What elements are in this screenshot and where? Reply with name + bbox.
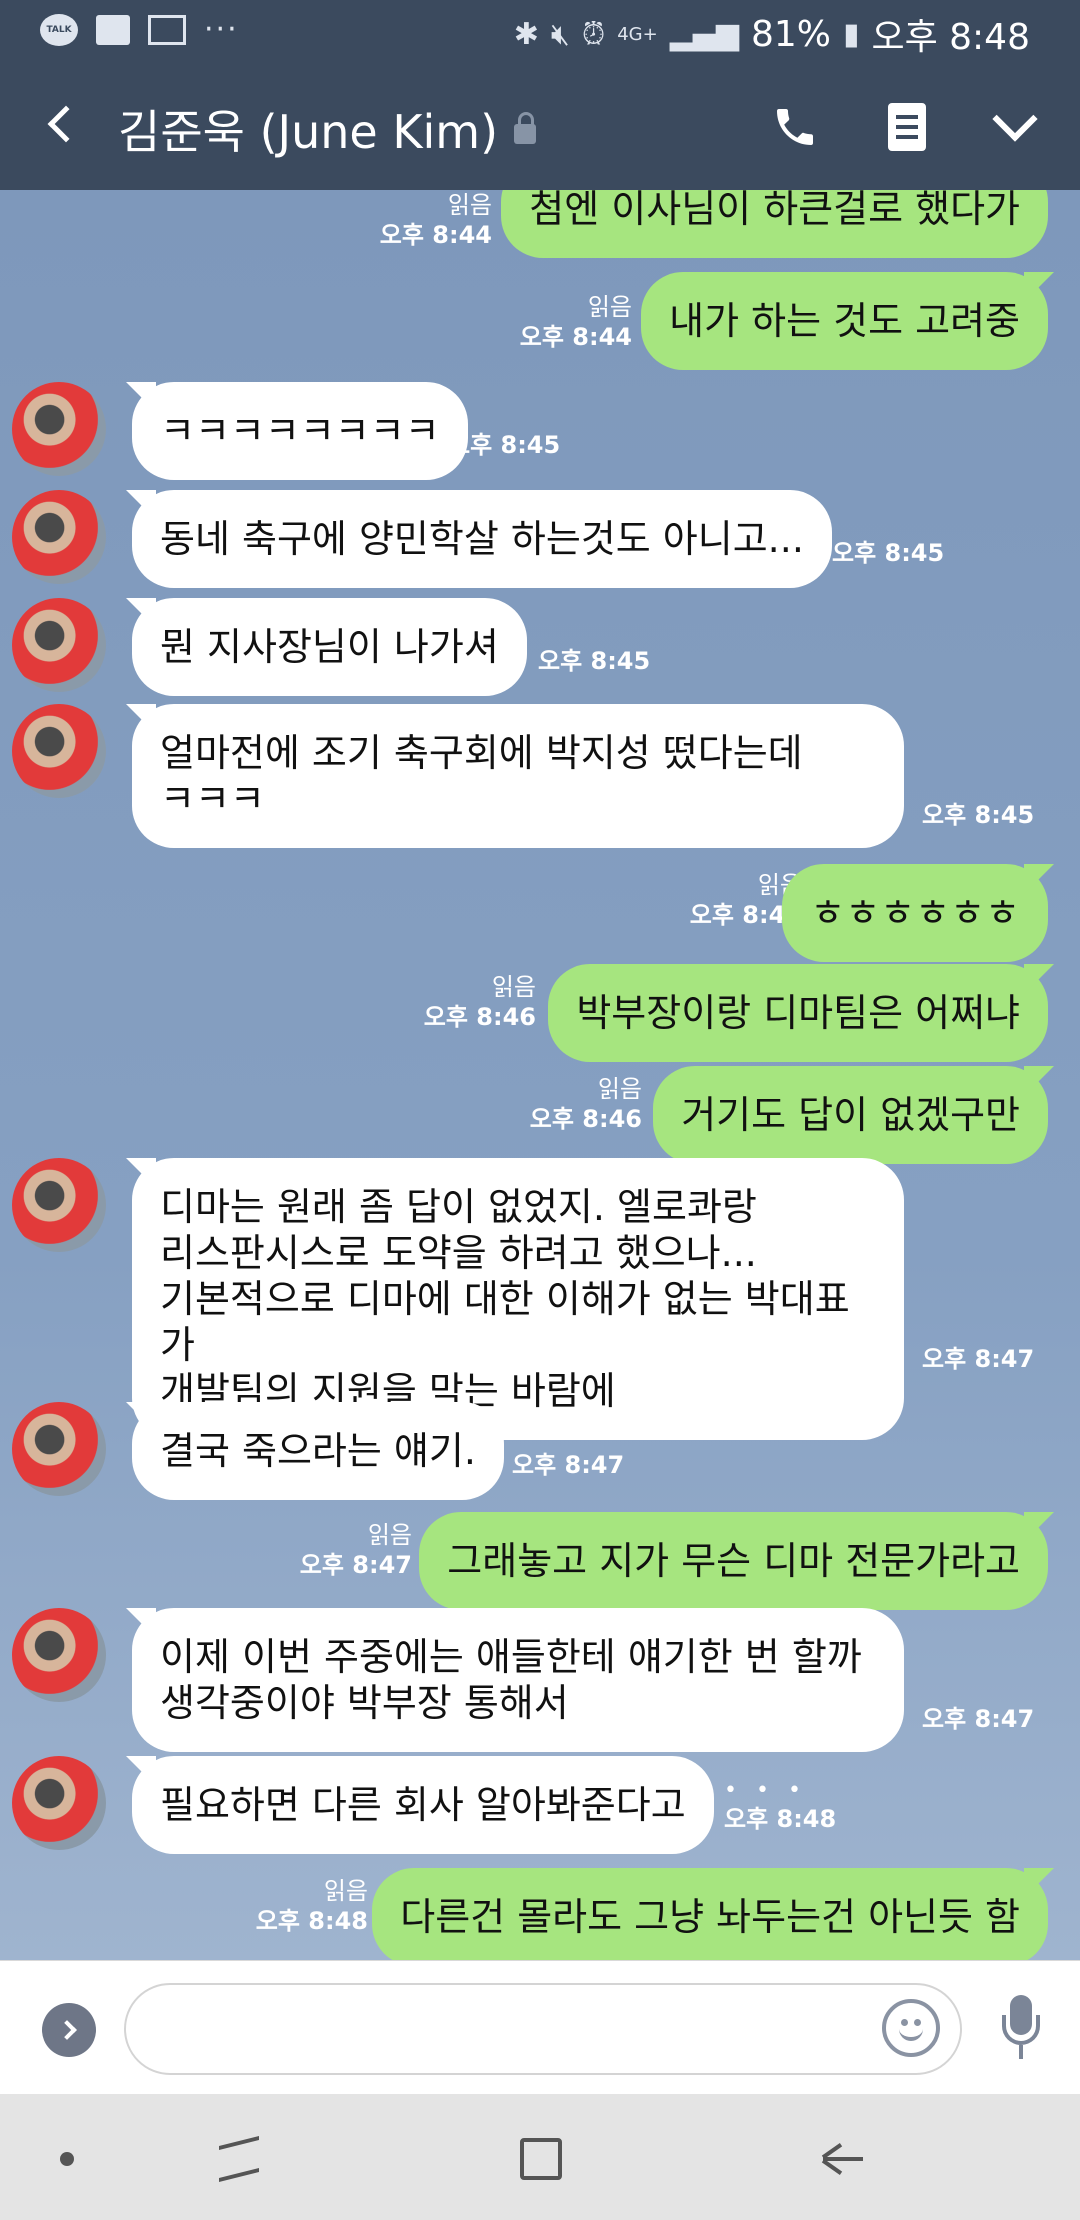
message-time: 오후 8:48 [724,1805,837,1833]
recent-apps-button[interactable] [204,2124,274,2194]
message-time: 오후 8:47 [299,1551,412,1579]
battery-icon: ▮ [842,16,860,52]
incoming-bubble[interactable]: 뭔 지사장님이 나가셔 [132,598,527,696]
home-icon [520,2138,562,2180]
alarm-icon: ⏰︎ [581,16,606,52]
status-bar: TALK ··· ✱ 🔇︎ ⏰︎ 4G+ ▂▄▆ 81% ▮ 오후 8:48 [0,0,1080,62]
system-icons: ✱ 🔇︎ ⏰︎ 4G+ ▂▄▆ 81% ▮ 오후 8:48 [514,8,1030,60]
system-nav-bar [0,2094,1080,2220]
message-time: 오후 8:46 [423,1003,536,1031]
nav-back-button[interactable] [808,2124,878,2194]
message-time: 오후 8:45 [538,647,651,675]
avatar[interactable] [12,1756,106,1850]
outgoing-bubble[interactable]: 첨엔 이사님이 하큰걸로 했다가 [501,190,1048,258]
mail-icon [148,14,186,45]
more-notifications-icon: ··· [204,12,239,47]
incoming-bubble[interactable]: 동네 축구에 양민학살 하는것도 아니고... [132,490,832,588]
read-receipt: 읽음 [367,1521,412,1549]
mute-icon: 🔇︎ [550,16,570,52]
back-arrow-icon [823,2157,863,2161]
outgoing-bubble[interactable]: 박부장이랑 디마팀은 어쩌냐 [548,964,1048,1062]
outgoing-bubble[interactable]: 내가 하는 것도 고려중 [641,272,1048,370]
chevron-down-icon [992,96,1038,142]
message-meta: 읽음 오후 8:46 [424,972,536,1032]
outgoing-bubble[interactable]: 다른건 몰라도 그냥 놔두는건 아닌듯 함 [372,1868,1048,1960]
incoming-bubble[interactable]: 이제 이번 주중에는 애들한테 얘기한 번 할까 생각중이야 박부장 통해서 [132,1608,904,1752]
status-clock: 오후 8:48 [871,17,1030,58]
message-icon [96,14,130,45]
incoming-bubble[interactable]: 필요하면 다른 회사 알아봐준다고 [132,1756,714,1854]
message-list[interactable]: 읽음 오후 8:44 첨엔 이사님이 하큰걸로 했다가 읽음 오후 8:44 내… [0,190,1080,1960]
message-time: 오후 8:44 [379,221,492,249]
read-receipt: 읽음 [491,973,536,1001]
memo-icon [888,103,926,151]
recent-apps-icon [219,2136,259,2182]
incoming-bubble[interactable]: 결국 죽으라는 얘기. [132,1402,504,1500]
read-receipt: 읽음 [597,1075,642,1103]
back-icon [47,105,85,143]
avatar[interactable] [12,1608,106,1702]
expand-button[interactable] [42,2003,96,2057]
message-time: 오후 8:47 [512,1451,625,1479]
message-time: 오후 8:45 [832,539,945,567]
nav-dot-icon [60,2152,74,2166]
avatar[interactable] [12,1158,106,1252]
message-time: 오후 8:45 [922,801,1035,829]
notification-icons: TALK ··· [40,12,239,47]
composer-bar [0,1960,1080,2094]
signal-icon: ▂▄▆ [669,16,739,52]
network-4g-icon: 4G+ [617,23,658,45]
kakaotalk-icon: TALK [40,13,78,46]
menu-toggle-button[interactable] [980,92,1050,162]
incoming-bubble[interactable]: 디마는 원래 좀 답이 없었지. 엘로콰랑 리스판시스로 도약을 하려고 했으나… [132,1158,904,1440]
message-time: 오후 8:45 [448,431,561,459]
message-time: 오후 8:47 [922,1345,1035,1373]
incoming-bubble[interactable]: ㅋㅋㅋㅋㅋㅋㅋㅋ [132,382,468,480]
message-input[interactable] [124,1983,962,2075]
avatar[interactable] [12,490,106,584]
avatar[interactable] [12,382,106,476]
read-receipt: 읽음 [447,191,492,219]
back-button[interactable] [30,94,90,154]
message-time: 오후 8:47 [922,1705,1035,1733]
typing-indicator-icon: • • • [724,1778,807,1803]
message-time: 오후 8:44 [519,323,632,351]
call-button[interactable] [760,92,830,162]
message-meta: 읽음 오후 8:48 [256,1876,368,1936]
message-meta: 읽음 오후 8:47 [300,1520,412,1580]
emoji-icon[interactable] [882,1999,940,2057]
incoming-bubble[interactable]: 얼마전에 조기 축구회에 박지성 떴다는데 ㅋㅋㅋ [132,704,904,848]
outgoing-bubble[interactable]: 거기도 답이 없겠구만 [653,1066,1048,1164]
bluetooth-icon: ✱ [513,16,539,52]
avatar[interactable] [12,704,106,798]
read-receipt: 읽음 [587,293,632,321]
avatar[interactable] [12,598,106,692]
phone-icon [771,103,819,151]
lock-icon [514,112,537,144]
message-meta: 읽음 오후 8:44 [380,190,492,250]
expand-arrow-icon [57,2020,77,2040]
message-meta: 읽음 오후 8:46 [530,1074,642,1134]
avatar[interactable] [12,1402,106,1496]
notes-button[interactable] [872,92,942,162]
message-time: 오후 8:48 [255,1907,368,1935]
outgoing-bubble[interactable]: 그래놓고 지가 무슨 디마 전문가라고 [419,1512,1048,1610]
read-receipt: 읽음 [323,1877,368,1905]
message-time: 오후 8:46 [529,1105,642,1133]
microphone-icon[interactable] [998,1995,1044,2065]
chat-header: 김준욱 (June Kim) [0,62,1080,190]
contact-name: 김준욱 (June Kim) [118,105,499,159]
talk-badge-label: TALK [46,24,72,35]
message-meta: 읽음 오후 8:44 [520,292,632,352]
outgoing-bubble[interactable]: ㅎㅎㅎㅎㅎㅎ [782,864,1048,962]
chat-title[interactable]: 김준욱 (June Kim) [118,96,537,162]
home-button[interactable] [506,2124,576,2194]
nav-dot-button[interactable] [32,2124,102,2194]
battery-percent: 81% [750,13,831,55]
